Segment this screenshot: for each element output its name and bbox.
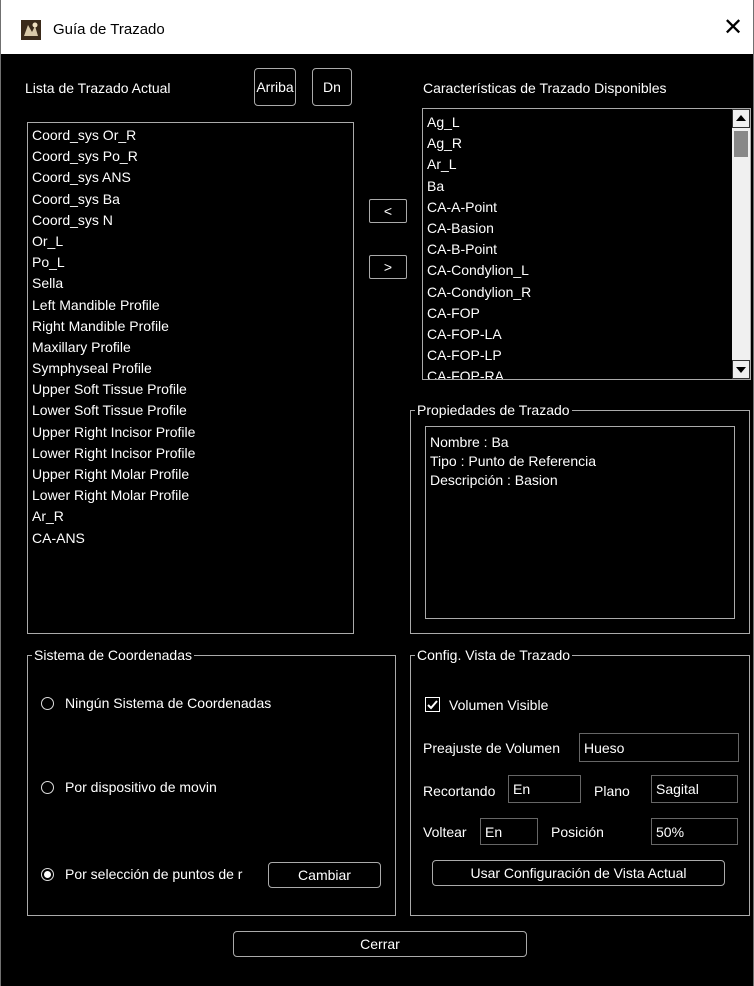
list-item[interactable]: CA-FOP-RA (423, 366, 750, 379)
option-by-motion-device[interactable]: Por dispositivo de movin (65, 779, 217, 795)
change-button[interactable]: Cambiar (268, 862, 381, 888)
radio-no-coord-system[interactable] (41, 697, 54, 710)
option-no-coord-system[interactable]: Ningún Sistema de Coordenadas (65, 695, 271, 711)
list-item[interactable]: Symphyseal Profile (28, 358, 353, 379)
list-item[interactable]: CA-FOP-LA (423, 324, 750, 345)
list-item[interactable]: Upper Right Incisor Profile (28, 422, 353, 443)
view-config-title: Config. Vista de Trazado (415, 646, 573, 664)
tracing-guide-dialog: Guía de Trazado ✕ Lista de Trazado Actua… (0, 0, 754, 986)
scroll-thumb[interactable] (734, 131, 748, 157)
properties-group: Propiedades de Trazado Nombre : Ba Tipo … (410, 401, 750, 634)
list-item[interactable]: Right Mandible Profile (28, 316, 353, 337)
property-description: Descripción : Basion (430, 472, 558, 488)
list-item[interactable]: CA-B-Point (423, 239, 750, 260)
crop-label: Recortando (423, 783, 496, 799)
move-up-button[interactable]: Arriba (254, 68, 296, 106)
scroll-down-button[interactable] (732, 360, 750, 379)
crop-field[interactable]: En (508, 775, 581, 803)
properties-title: Propiedades de Trazado (415, 401, 572, 419)
list-item[interactable]: Lower Right Incisor Profile (28, 443, 353, 464)
properties-box: Nombre : Ba Tipo : Punto de Referencia D… (425, 426, 735, 619)
property-name: Nombre : Ba (430, 434, 509, 450)
available-list-label: Características de Trazado Disponibles (423, 80, 667, 96)
list-item[interactable]: Sella (28, 273, 353, 294)
app-icon (21, 20, 41, 40)
chevron-down-icon (736, 367, 746, 373)
list-item[interactable]: Maxillary Profile (28, 337, 353, 358)
dialog-body: Lista de Trazado Actual Arriba Dn Coord_… (12, 54, 753, 986)
flip-label: Voltear (423, 824, 467, 840)
position-label: Posición (551, 824, 604, 840)
option-by-point-selection[interactable]: Por selección de puntos de r (65, 866, 242, 882)
list-item[interactable]: CA-ANS (28, 528, 353, 549)
plane-field[interactable]: Sagital (651, 775, 738, 803)
list-item[interactable]: Coord_sys N (28, 210, 353, 231)
list-item[interactable]: CA-FOP (423, 303, 750, 324)
list-item[interactable]: Left Mandible Profile (28, 295, 353, 316)
window-title: Guía de Trazado (53, 21, 165, 38)
list-item[interactable]: Lower Soft Tissue Profile (28, 400, 353, 421)
list-item[interactable]: Coord_sys Ba (28, 189, 353, 210)
scroll-up-button[interactable] (732, 109, 750, 128)
close-button[interactable]: Cerrar (233, 931, 527, 957)
radio-by-point-selection[interactable] (41, 868, 54, 881)
preset-label: Preajuste de Volumen (423, 740, 560, 756)
list-item[interactable]: Or_L (28, 231, 353, 252)
coord-system-title: Sistema de Coordenadas (32, 646, 194, 664)
list-item[interactable]: CA-Basion (423, 218, 750, 239)
list-item[interactable]: Ar_L (423, 154, 750, 175)
available-list-scrollbar[interactable] (732, 109, 750, 379)
close-icon[interactable]: ✕ (719, 14, 747, 42)
list-item[interactable]: Coord_sys Or_R (28, 125, 353, 146)
use-current-view-button[interactable]: Usar Configuración de Vista Actual (432, 860, 725, 886)
list-item[interactable]: Upper Right Molar Profile (28, 464, 353, 485)
checkmark-icon (427, 700, 438, 710)
list-item[interactable]: CA-FOP-LP (423, 345, 750, 366)
chevron-up-icon (736, 115, 746, 121)
current-trace-list[interactable]: Coord_sys Or_R Coord_sys Po_R Coord_sys … (27, 122, 354, 634)
property-type: Tipo : Punto de Referencia (430, 453, 597, 469)
plane-label: Plano (594, 783, 630, 799)
coord-system-group: Sistema de Coordenadas Ningún Sistema de… (27, 646, 396, 916)
flip-field[interactable]: En (480, 818, 538, 845)
available-trace-list[interactable]: Ag_L Ag_R Ar_L Ba CA-A-Point CA-Basion C… (422, 108, 751, 380)
list-item[interactable]: Upper Soft Tissue Profile (28, 379, 353, 400)
remove-from-list-button[interactable]: > (369, 255, 407, 279)
list-item[interactable]: Ag_R (423, 133, 750, 154)
position-field[interactable]: 50% (651, 818, 738, 845)
list-item[interactable]: Po_L (28, 252, 353, 273)
list-item[interactable]: Coord_sys ANS (28, 167, 353, 188)
list-item[interactable]: Lower Right Molar Profile (28, 485, 353, 506)
title-bar: Guía de Trazado ✕ (1, 0, 753, 54)
volume-visible-label[interactable]: Volumen Visible (449, 697, 548, 713)
list-item[interactable]: Ag_L (423, 112, 750, 133)
add-to-list-button[interactable]: < (369, 199, 407, 223)
list-item[interactable]: CA-Condylion_L (423, 260, 750, 281)
current-list-label: Lista de Trazado Actual (25, 80, 171, 96)
preset-field[interactable]: Hueso (579, 733, 739, 762)
view-config-group: Config. Vista de Trazado Volumen Visible… (410, 646, 750, 916)
list-item[interactable]: Ba (423, 176, 750, 197)
list-item[interactable]: CA-Condylion_R (423, 282, 750, 303)
list-item[interactable]: Ar_R (28, 506, 353, 527)
volume-visible-checkbox[interactable] (425, 697, 440, 712)
radio-by-motion-device[interactable] (41, 781, 54, 794)
list-item[interactable]: CA-A-Point (423, 197, 750, 218)
list-item[interactable]: Coord_sys Po_R (28, 146, 353, 167)
move-down-button[interactable]: Dn (312, 68, 352, 106)
